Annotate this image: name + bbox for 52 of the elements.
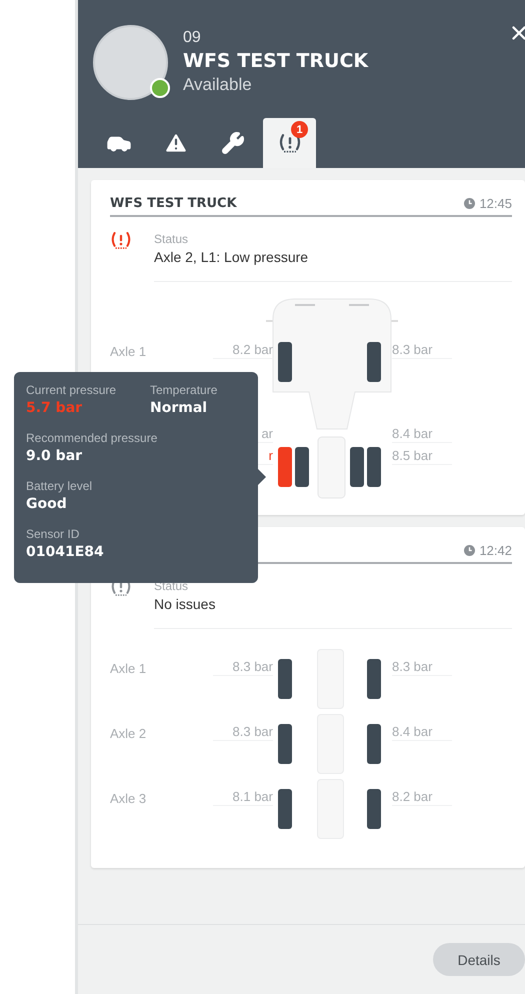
card-title: WFS TEST TRUCK	[110, 196, 237, 211]
pressure-reading: 8.3 bar	[212, 659, 273, 676]
pressure-reading: 8.4 bar	[392, 426, 452, 443]
pressure-reading: 8.3 bar	[392, 659, 452, 676]
pressure-reading: 8.3 bar	[392, 342, 452, 359]
tire-icon[interactable]	[350, 447, 364, 487]
tire-icon[interactable]	[367, 724, 381, 764]
tooltip-value: Good	[26, 495, 68, 514]
pressure-reading: 8.3 bar	[212, 724, 273, 741]
tooltip-label: Battery level	[26, 478, 92, 494]
axle-label: Axle 1	[110, 343, 148, 359]
pressure-reading: 8.1 bar	[212, 789, 273, 806]
time-text: 12:45	[479, 196, 512, 211]
tooltip-value: 9.0 bar	[26, 447, 84, 466]
axle-label: Axle 1	[110, 660, 148, 676]
tooltip-value: Normal	[150, 399, 208, 418]
tooltip-label: Recommended pressure	[26, 430, 158, 446]
tire-icon[interactable]	[278, 789, 292, 829]
tire-icon[interactable]	[367, 659, 381, 699]
tire-icon[interactable]	[367, 789, 381, 829]
wrench-icon	[220, 131, 244, 155]
vehicle-name: WFS TEST TRUCK	[183, 49, 368, 74]
clock-icon	[464, 198, 476, 209]
axle-label: Axle 3	[110, 790, 148, 806]
status-label: Status	[154, 231, 190, 247]
vehicle-status: Available	[183, 74, 253, 96]
tire-icon[interactable]	[278, 342, 292, 382]
tooltip-value: 5.7 bar	[26, 399, 84, 418]
pressure-reading: 8.5 bar	[392, 448, 452, 465]
count-badge: 1	[291, 121, 308, 138]
tire-icon[interactable]	[278, 659, 292, 699]
tooltip-label: Sensor ID	[26, 526, 80, 542]
tooltip-label: Temperature	[150, 382, 218, 398]
tire-icon[interactable]	[367, 447, 381, 487]
tab[interactable]: 1	[263, 118, 316, 168]
pressure-reading: 8.4 bar	[392, 724, 452, 741]
tire-icon[interactable]	[278, 447, 292, 487]
clock-icon	[464, 545, 476, 556]
axle-label: Axle 2	[110, 725, 148, 741]
tire-icon[interactable]	[367, 342, 381, 382]
tire-icon[interactable]	[278, 724, 292, 764]
pressure-reading: 8.2 bar	[392, 789, 452, 806]
tooltip-value: 01041E84	[26, 543, 104, 562]
vehicle-number: 09	[183, 28, 202, 48]
tire-icon[interactable]	[295, 447, 309, 487]
details-button[interactable]: Details	[433, 943, 525, 976]
status-value: Axle 2, L1: Low pressure	[154, 248, 310, 267]
pressure-reading: 8.2 bar	[212, 342, 273, 359]
time-text: 12:42	[479, 543, 512, 558]
tire-pressure-icon	[278, 132, 302, 154]
status-value: No issues	[154, 595, 216, 614]
tooltip-label: Current pressure	[26, 382, 118, 398]
